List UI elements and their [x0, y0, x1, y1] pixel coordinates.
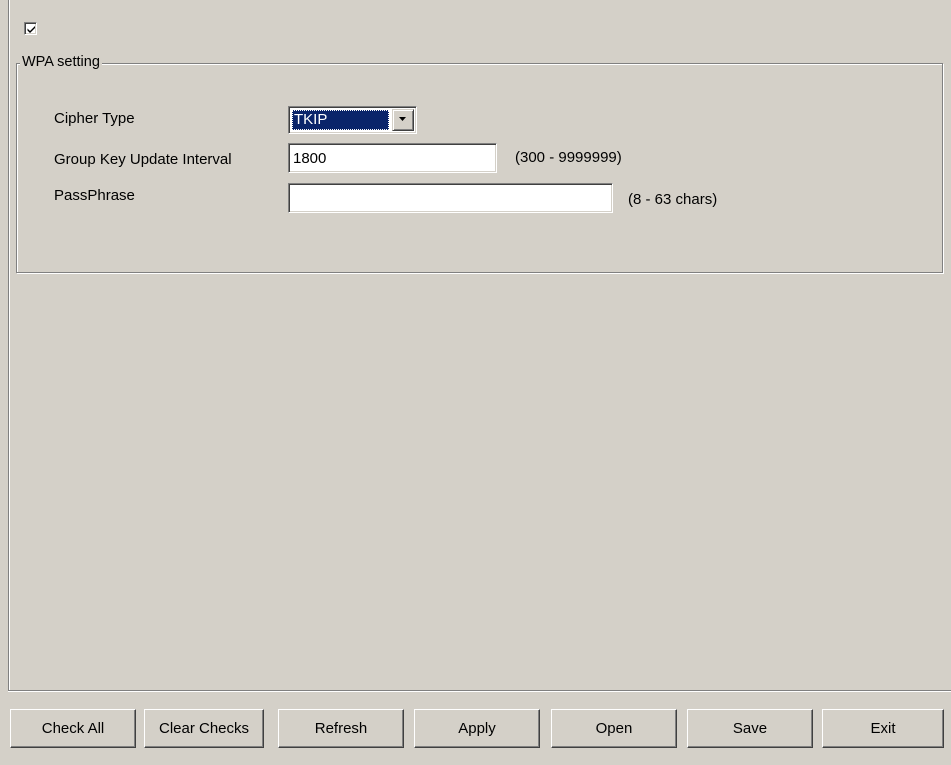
panel-edge [8, 0, 10, 690]
wpa-settings-window: WPA setting Cipher Type TKIP Group Key U… [0, 0, 951, 765]
passphrase-label: PassPhrase [54, 187, 135, 204]
passphrase-hint: (8 - 63 chars) [628, 191, 718, 208]
apply-button[interactable]: Apply [414, 709, 540, 748]
refresh-button[interactable]: Refresh [278, 709, 404, 748]
cipher-type-select[interactable]: TKIP [288, 106, 417, 134]
save-button[interactable]: Save [687, 709, 813, 748]
check-all-button[interactable]: Check All [10, 709, 136, 748]
clear-checks-button[interactable]: Clear Checks [144, 709, 264, 748]
group-key-interval-input[interactable] [288, 143, 497, 173]
checkmark-icon [27, 26, 35, 33]
wpa-setting-title: WPA setting [20, 52, 102, 72]
group-key-interval-hint: (300 - 9999999) [515, 149, 622, 166]
enable-wpa-checkbox[interactable] [24, 22, 37, 35]
dropdown-button[interactable] [392, 109, 414, 131]
cipher-type-label: Cipher Type [54, 110, 135, 127]
open-button[interactable]: Open [551, 709, 677, 748]
chevron-down-icon [399, 117, 406, 121]
button-bar-separator [8, 690, 951, 692]
cipher-type-value: TKIP [292, 110, 389, 130]
exit-button[interactable]: Exit [822, 709, 944, 748]
passphrase-input[interactable] [288, 183, 613, 213]
group-key-interval-label: Group Key Update Interval [54, 151, 232, 168]
